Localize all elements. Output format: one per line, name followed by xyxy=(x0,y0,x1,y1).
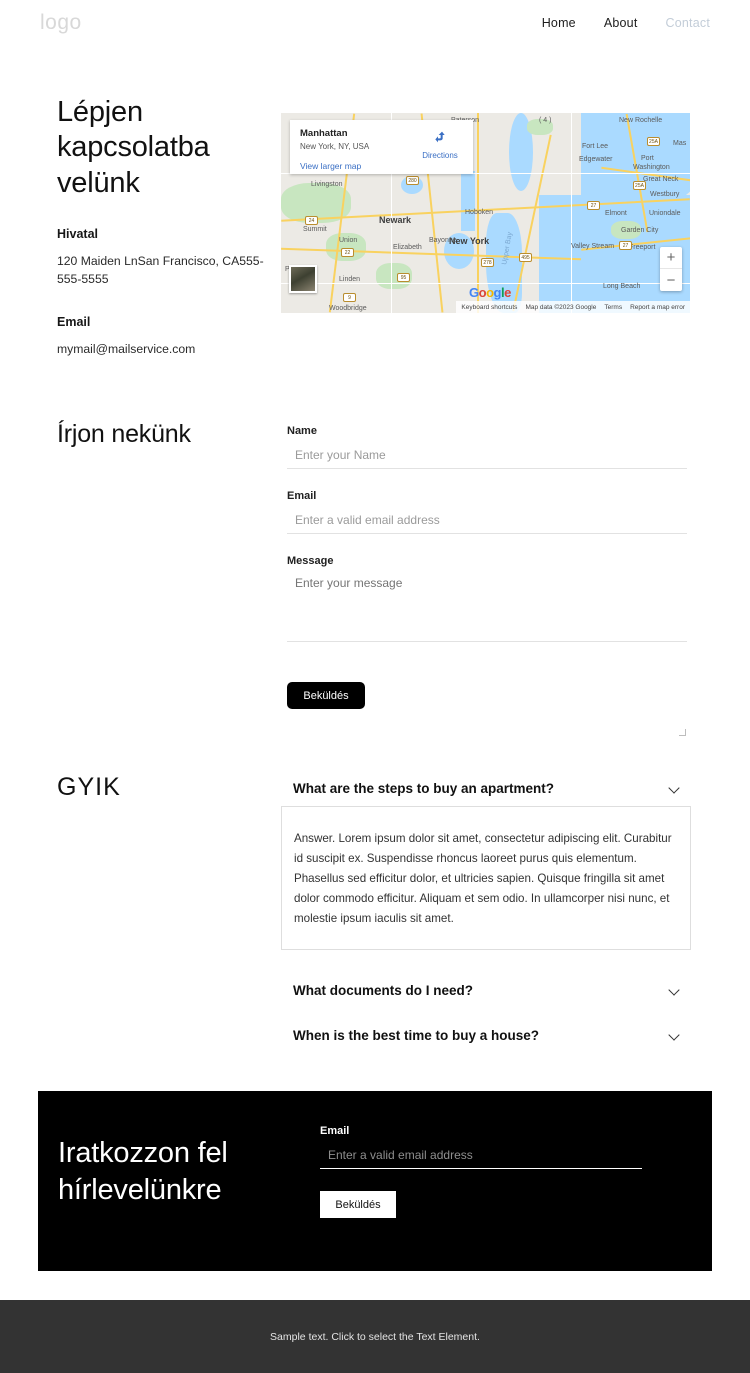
write-us-title: Írjon nekünk xyxy=(57,420,191,448)
report-map-error-link[interactable]: Report a map error xyxy=(630,304,685,311)
newsletter-email-label: Email xyxy=(320,1125,350,1137)
email-address: mymail@mailservice.com xyxy=(57,341,196,356)
zoom-out-button[interactable]: − xyxy=(660,269,682,291)
name-input[interactable] xyxy=(287,448,687,469)
faq-question-toggle[interactable]: What documents do I need? xyxy=(281,977,691,1004)
faq-answer: Answer. Lorem ipsum dolor sit amet, cons… xyxy=(294,832,672,925)
newsletter-form: Email Beküldés xyxy=(320,1125,650,1218)
newsletter-section: Iratkozzon fel hírlevelünkre Email Bekül… xyxy=(38,1091,712,1271)
office-address: 120 Maiden LnSan Francisco, CA555-555-55… xyxy=(57,254,264,287)
logo[interactable]: logo xyxy=(40,11,82,35)
chevron-down-icon xyxy=(670,783,681,794)
submit-button[interactable]: Beküldés xyxy=(287,682,365,709)
newsletter-title-line2: hírlevelünkre xyxy=(58,1174,222,1207)
street-view-thumbnail[interactable] xyxy=(289,265,317,293)
google-map[interactable]: Paterson ( 4 ) New Rochelle Fort Lee Edg… xyxy=(281,113,690,313)
faq-item: What are the steps to buy an apartment? … xyxy=(281,775,691,950)
directions-label: Directions xyxy=(422,151,458,160)
map-info-card[interactable]: Manhattan New York, NY, USA View larger … xyxy=(290,120,473,174)
terms-link[interactable]: Terms xyxy=(604,304,622,311)
page-title: Lépjen kapcsolatba velünk xyxy=(57,96,210,199)
office-label: Hivatal xyxy=(57,227,98,242)
keyboard-shortcuts-link[interactable]: Keyboard shortcuts xyxy=(461,304,517,311)
message-label: Message xyxy=(287,555,334,567)
faq-question: What documents do I need? xyxy=(293,982,474,998)
email-input[interactable] xyxy=(287,513,687,534)
google-logo: Google xyxy=(469,285,511,300)
footer-sample-text[interactable]: Sample text. Click to select the Text El… xyxy=(270,1331,480,1343)
message-field-group: Message xyxy=(287,555,687,736)
map-attribution-bar: Keyboard shortcuts Map data ©2023 Google… xyxy=(456,301,690,313)
message-textarea[interactable] xyxy=(287,576,687,642)
faq-question-toggle[interactable]: When is the best time to buy a house? xyxy=(281,1022,691,1049)
contact-form: Name Email Message Beküldés xyxy=(287,425,687,736)
newsletter-title: Iratkozzon fel hírlevelünkre xyxy=(58,1135,358,1209)
site-footer: Sample text. Click to select the Text El… xyxy=(0,1300,750,1373)
directions-button[interactable]: Directions xyxy=(417,129,463,160)
resize-grip-icon[interactable] xyxy=(679,729,686,736)
name-field-group: Name xyxy=(287,425,687,469)
faq-answer-panel: Answer. Lorem ipsum dolor sit amet, cons… xyxy=(281,806,691,950)
map-data-attribution: Map data ©2023 Google xyxy=(525,303,597,311)
faq-spacer xyxy=(281,959,691,977)
email-field-group: Email xyxy=(287,490,687,534)
email-label: Email xyxy=(287,490,317,502)
faq-question: When is the best time to buy a house? xyxy=(293,1027,540,1043)
newsletter-submit-button[interactable]: Beküldés xyxy=(320,1191,396,1218)
newsletter-title-line1: Iratkozzon fel xyxy=(58,1137,228,1169)
faq-title: GYIK xyxy=(57,773,121,801)
chevron-down-icon xyxy=(670,985,681,996)
name-label: Name xyxy=(287,425,317,437)
map-zoom-controls: + − xyxy=(660,247,682,291)
zoom-in-button[interactable]: + xyxy=(660,247,682,269)
main-nav: Home About Contact xyxy=(542,16,710,30)
faq-spacer xyxy=(281,1004,691,1022)
directions-arrow-icon xyxy=(435,131,445,143)
email-label: Email xyxy=(57,314,91,329)
faq-item: When is the best time to buy a house? xyxy=(281,1022,691,1049)
newsletter-email-input[interactable] xyxy=(320,1148,642,1169)
faq-question-toggle[interactable]: What are the steps to buy an apartment? xyxy=(281,775,691,802)
faq-item: What documents do I need? xyxy=(281,977,691,1004)
chevron-down-icon xyxy=(670,1030,681,1041)
nav-item-contact[interactable]: Contact xyxy=(666,16,710,30)
site-header: logo Home About Contact xyxy=(0,0,750,50)
faq-accordion: What are the steps to buy an apartment? … xyxy=(281,775,691,1049)
view-larger-map-link[interactable]: View larger map xyxy=(300,161,463,171)
contact-info: Lépjen kapcsolatba velünk Hivatal 120 Ma… xyxy=(57,95,272,358)
page-root: logo Home About Contact Lépjen kapcsolat… xyxy=(0,0,750,1373)
faq-question: What are the steps to buy an apartment? xyxy=(293,781,555,796)
nav-item-about[interactable]: About xyxy=(604,16,638,30)
nav-item-home[interactable]: Home xyxy=(542,16,576,30)
